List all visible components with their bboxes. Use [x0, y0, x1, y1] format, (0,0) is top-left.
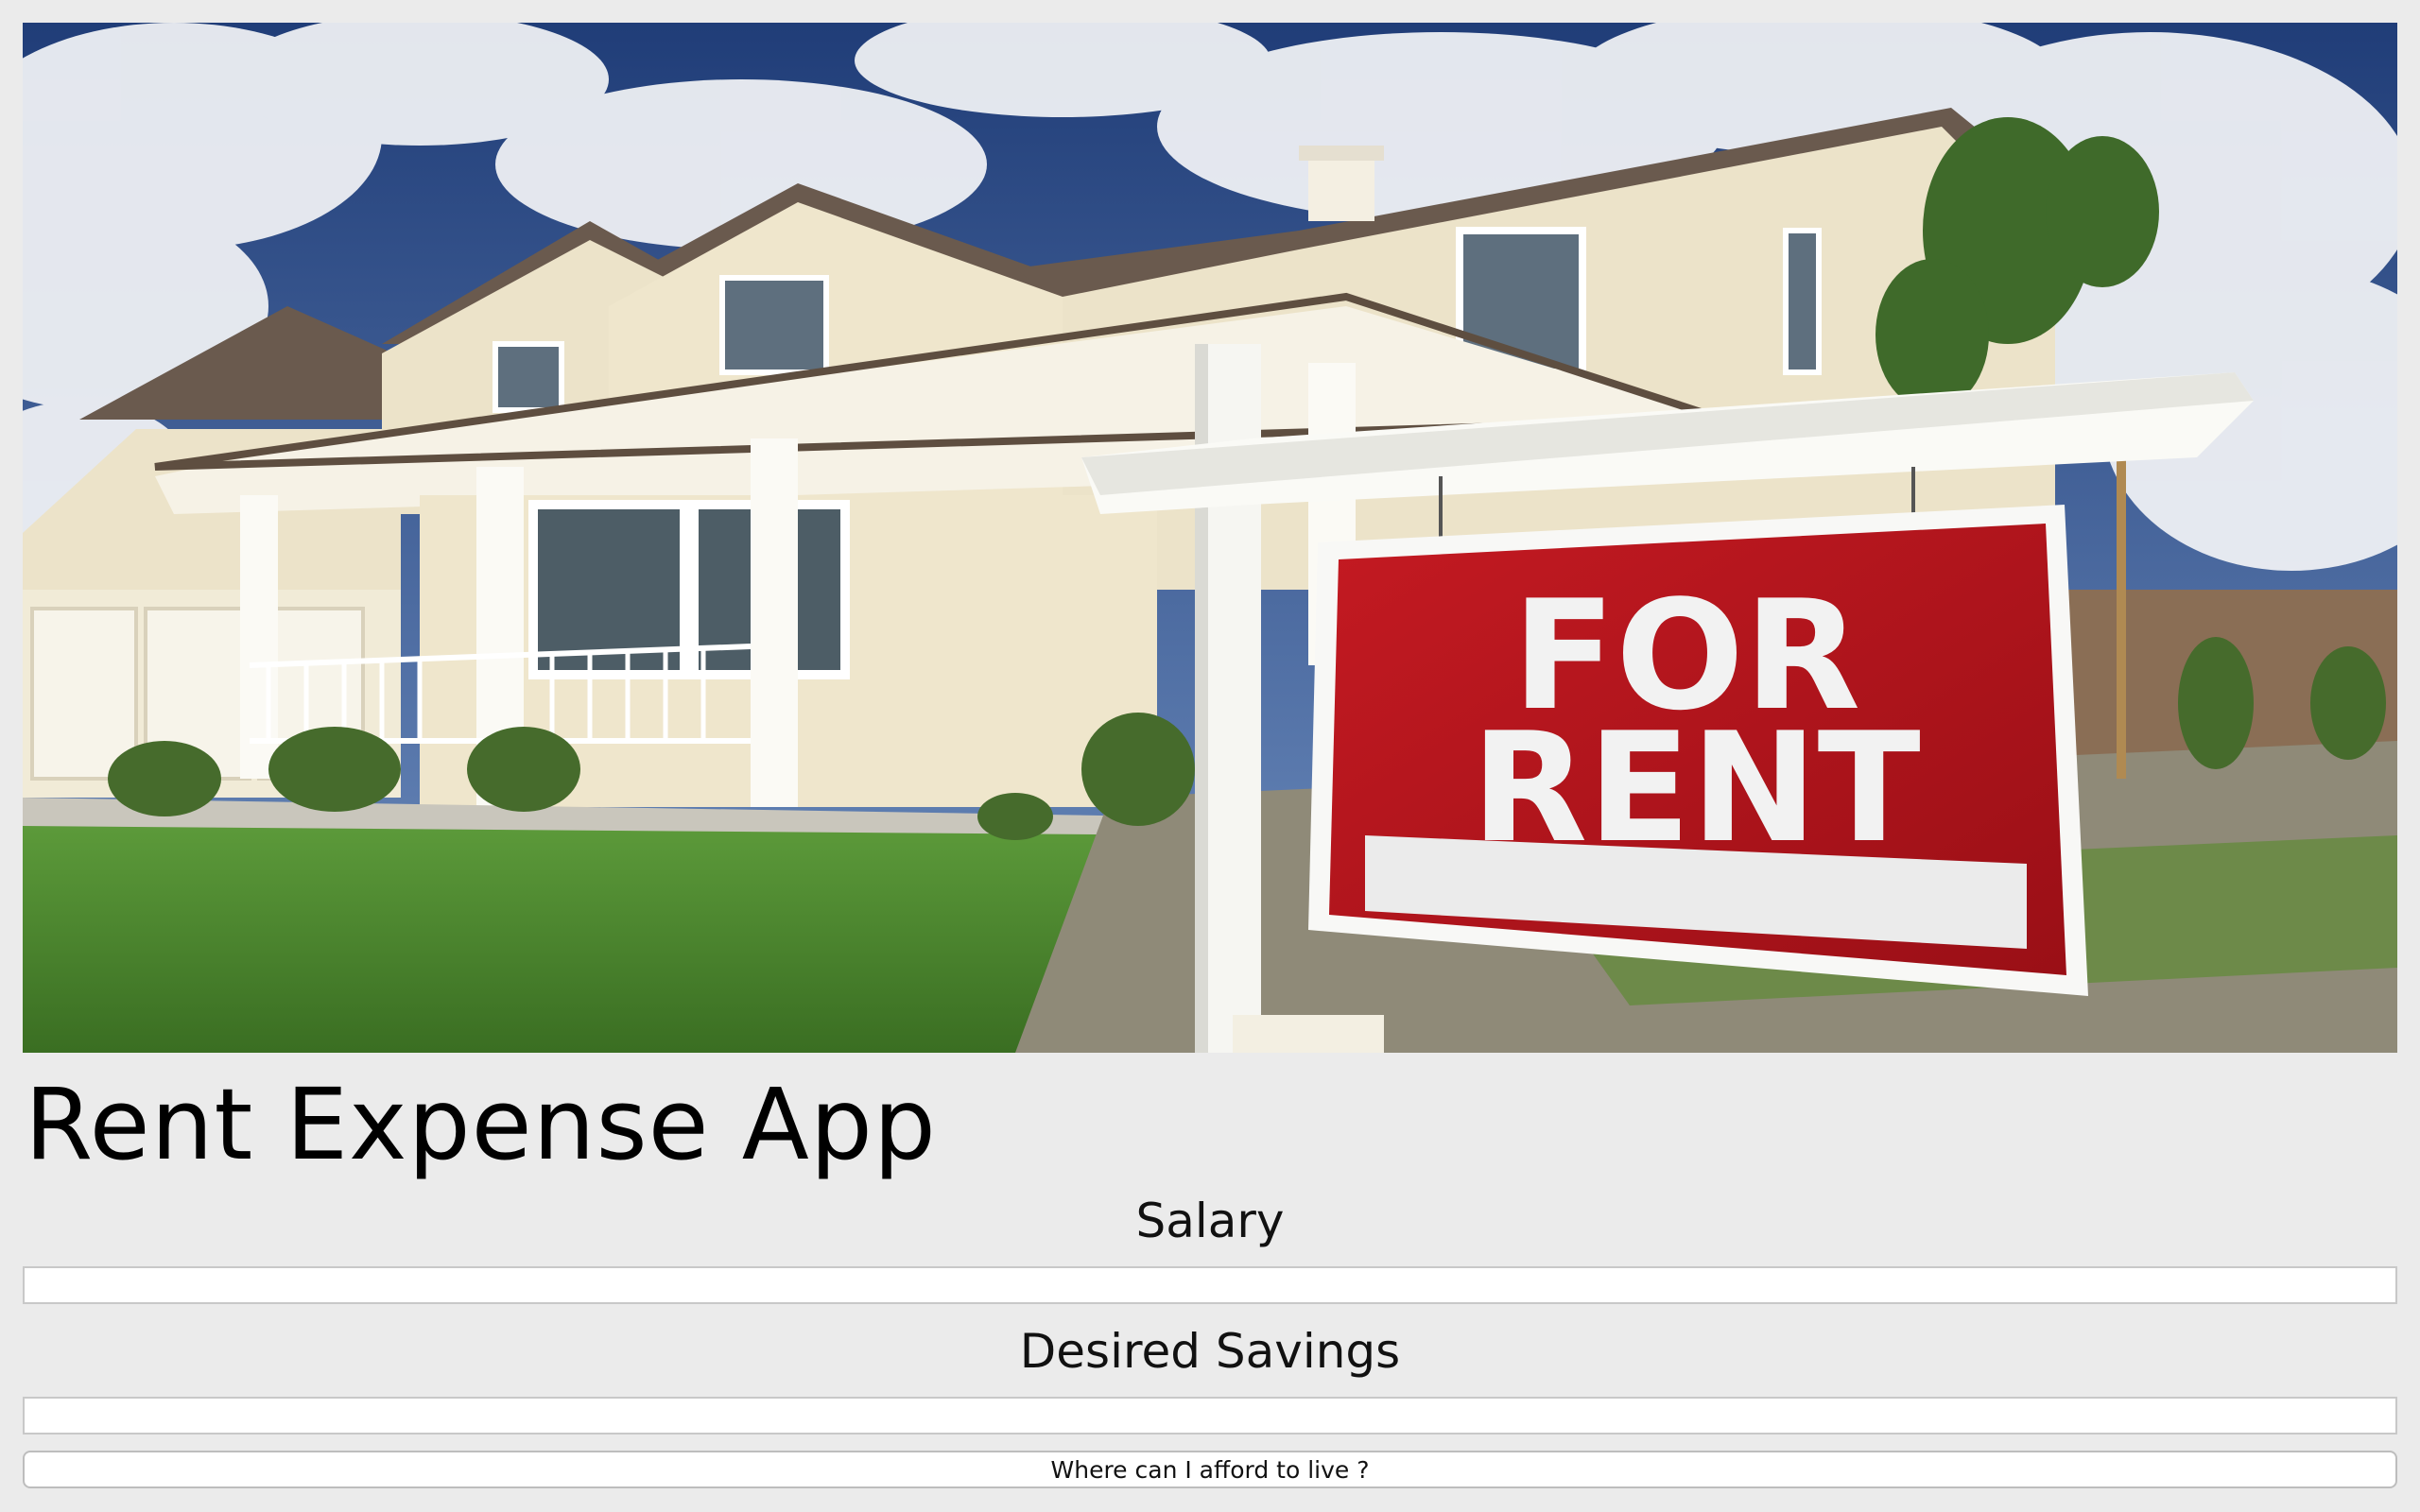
- sign-text-rent: RENT: [1471, 699, 1921, 876]
- hero-image: FOR RENT: [23, 23, 2397, 1053]
- app-title: Rent Expense App: [25, 1067, 937, 1182]
- salary-label: Salary: [1135, 1194, 1285, 1248]
- desired-savings-input[interactable]: [23, 1397, 2397, 1435]
- desired-savings-label: Desired Savings: [1019, 1324, 1401, 1379]
- page: FOR RENT Rent Expense App Salary Desired…: [0, 0, 2420, 1512]
- salary-input[interactable]: [23, 1266, 2397, 1304]
- afford-submit-button[interactable]: Where can I afford to live ?: [23, 1451, 2397, 1488]
